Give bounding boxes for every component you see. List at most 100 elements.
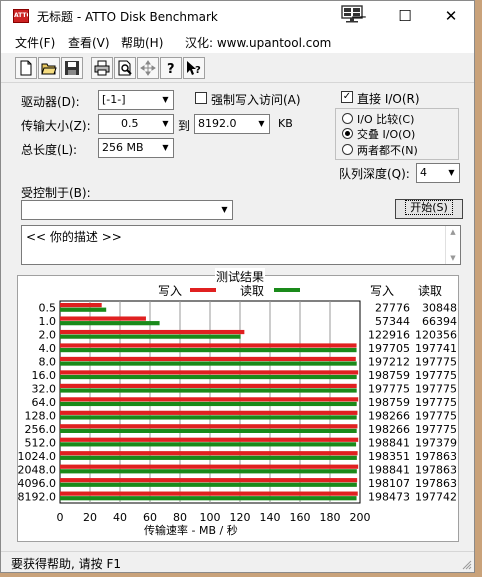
new-file-icon[interactable] <box>15 57 37 79</box>
read-bar <box>60 388 357 393</box>
status-text: 要获得帮助, 请按 F1 <box>11 557 121 571</box>
resize-grip-icon[interactable] <box>462 560 472 570</box>
drive-select[interactable]: [-1-] ▼ <box>98 90 174 110</box>
overlap-io-radio[interactable] <box>342 128 353 139</box>
neither-radio[interactable] <box>342 144 353 155</box>
force-write-checkbox[interactable] <box>195 92 207 104</box>
io-mode-group: I/O 比较(C) 交叠 I/O(O) 两者都不(N) <box>335 108 459 160</box>
svg-text:?: ? <box>167 62 175 76</box>
title-bar[interactable]: ATTO 无标题 - ATTO Disk Benchmark — ☐ ✕ <box>1 1 474 31</box>
context-help-icon[interactable]: ? <box>183 57 205 79</box>
write-bar <box>60 329 245 335</box>
total-length-label: 总长度(L): <box>21 143 78 157</box>
write-value-label: 198841 <box>368 463 410 476</box>
help-icon[interactable]: ? <box>160 57 182 79</box>
y-tick-label: 128.0 <box>25 409 57 422</box>
svg-text:?: ? <box>195 65 201 76</box>
menu-file[interactable]: 文件(F) <box>15 34 55 51</box>
write-bar <box>60 437 359 442</box>
chevron-down-icon[interactable]: ▼ <box>158 91 173 109</box>
read-value-label: 197742 <box>415 490 457 503</box>
y-tick-label: 1024.0 <box>18 450 56 463</box>
y-tick-label: 4096.0 <box>18 477 56 490</box>
write-value-label: 197775 <box>368 383 410 396</box>
direct-io-checkbox[interactable]: ✓ <box>341 91 353 103</box>
scroll-up-icon[interactable]: ▲ <box>446 228 460 236</box>
read-value-label: 197775 <box>415 409 457 422</box>
minimize-button[interactable]: — <box>336 1 382 31</box>
atto-app-icon: ATTO <box>13 9 29 23</box>
read-bar <box>60 442 357 447</box>
x-tick-label: 200 <box>350 511 371 524</box>
kb-label: KB <box>278 117 293 130</box>
chevron-down-icon[interactable]: ▼ <box>158 139 173 157</box>
transfer-from-select[interactable]: 0.5 ▼ <box>98 114 174 134</box>
io-compare-label: I/O 比较(C) <box>357 113 415 126</box>
write-bar <box>60 491 358 496</box>
chevron-down-icon[interactable]: ▼ <box>217 201 232 219</box>
read-bar <box>60 496 357 501</box>
total-length-select[interactable]: 256 MB ▼ <box>98 138 174 158</box>
write-value-label: 198473 <box>368 490 410 503</box>
close-button[interactable]: ✕ <box>428 1 474 31</box>
write-value-label: 198266 <box>368 423 410 436</box>
x-axis-label: 传输速率 - MB / 秒 <box>144 523 238 537</box>
chevron-down-icon[interactable]: ▼ <box>158 115 173 133</box>
write-bar <box>60 424 358 429</box>
controlled-by-select[interactable]: ▼ <box>21 200 233 220</box>
start-button[interactable]: 开始(S) <box>395 199 463 219</box>
write-bar <box>60 397 359 402</box>
read-bar <box>60 334 241 339</box>
menu-help[interactable]: 帮助(H) <box>121 34 163 51</box>
chevron-down-icon[interactable]: ▼ <box>254 115 269 133</box>
write-value-label: 122916 <box>368 329 410 342</box>
print-icon[interactable] <box>91 57 113 79</box>
description-scrollbar[interactable]: ▲ ▼ <box>445 226 460 264</box>
chevron-down-icon[interactable]: ▼ <box>444 164 459 182</box>
menu-localized-link[interactable]: 汉化: www.upantool.com <box>185 34 331 51</box>
scroll-down-icon[interactable]: ▼ <box>446 254 460 262</box>
write-value-label: 198841 <box>368 436 410 449</box>
read-bar <box>60 348 357 353</box>
y-tick-label: 2048.0 <box>18 463 56 476</box>
move-icon[interactable] <box>137 57 159 79</box>
write-value-label: 198759 <box>368 369 410 382</box>
read-value-label: 30848 <box>422 302 457 315</box>
write-bar <box>60 356 356 362</box>
results-chart: 写入 读取 写入 读取 0 20 40 60 80 100 120 140 160 180 200 0… <box>18 284 457 537</box>
io-compare-radio[interactable] <box>342 113 353 124</box>
description-field[interactable]: << 你的描述 >> ▲ ▼ <box>21 225 461 265</box>
direct-io-label: 直接 I/O(R) <box>357 92 420 106</box>
legend-write-swatch <box>190 288 216 292</box>
controlled-by-label: 受控制于(B): <box>21 186 91 200</box>
x-tick-label: 180 <box>320 511 341 524</box>
x-tick-label: 160 <box>290 511 311 524</box>
read-bar <box>60 455 357 460</box>
read-bar <box>60 374 357 380</box>
write-bar <box>60 303 102 308</box>
y-tick-label: 32.0 <box>32 383 57 396</box>
transfer-to-select[interactable]: 8192.0 ▼ <box>194 114 270 134</box>
read-column-header: 读取 <box>418 284 442 298</box>
x-tick-label: 40 <box>113 511 127 524</box>
window-title: 无标题 - ATTO Disk Benchmark <box>37 10 218 24</box>
transfer-size-label: 传输大小(Z): <box>21 119 91 133</box>
queue-depth-select[interactable]: 4 ▼ <box>416 163 460 183</box>
print-preview-icon[interactable] <box>114 57 136 79</box>
read-value-label: 197741 <box>415 342 457 355</box>
description-text: << 你的描述 >> <box>26 230 122 244</box>
legend-read-label: 读取 <box>240 284 264 298</box>
read-value-label: 66394 <box>422 315 457 328</box>
x-tick-label: 100 <box>200 511 221 524</box>
read-value-label: 197379 <box>415 436 457 449</box>
read-value-label: 197863 <box>415 463 457 476</box>
open-folder-icon[interactable] <box>38 57 60 79</box>
write-bar <box>60 383 357 388</box>
menu-view[interactable]: 查看(V) <box>68 34 110 51</box>
read-value-label: 197775 <box>415 369 457 382</box>
status-bar: 要获得帮助, 请按 F1 <box>1 551 474 572</box>
write-bar <box>60 370 359 375</box>
save-icon[interactable] <box>61 57 83 79</box>
y-tick-label: 8192.0 <box>18 490 56 503</box>
maximize-button[interactable]: ☐ <box>382 1 428 31</box>
